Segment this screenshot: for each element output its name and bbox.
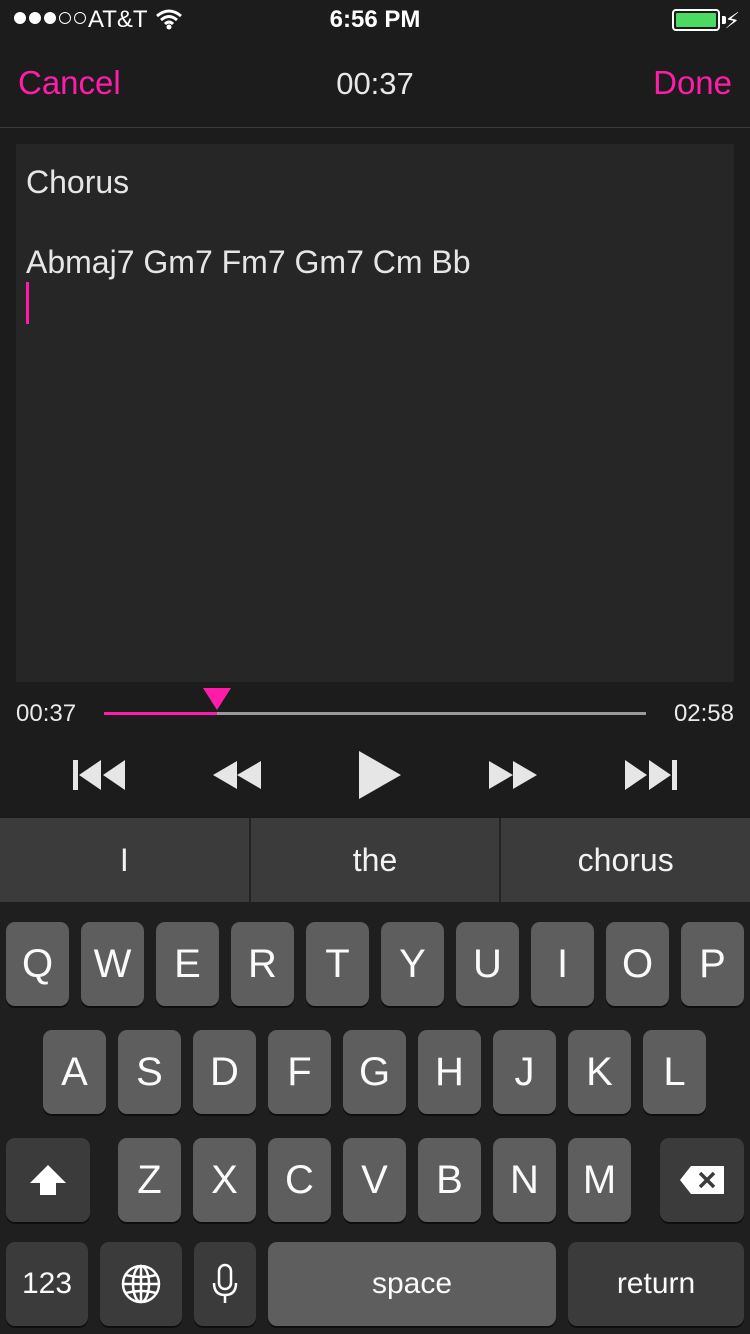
key-g[interactable]: G	[343, 1030, 406, 1114]
editor-line: Abmaj7 Gm7 Fm7 Gm7 Cm Bb	[26, 244, 471, 280]
key-j[interactable]: J	[493, 1030, 556, 1114]
shift-key[interactable]	[6, 1138, 90, 1222]
key-p[interactable]: P	[681, 922, 744, 1006]
status-bar: AT&T 6:56 PM ⚡︎	[0, 0, 750, 40]
key-t[interactable]: T	[306, 922, 369, 1006]
globe-icon	[121, 1264, 161, 1304]
key-h[interactable]: H	[418, 1030, 481, 1114]
key-z[interactable]: Z	[118, 1138, 181, 1222]
key-c[interactable]: C	[268, 1138, 331, 1222]
delete-key[interactable]	[660, 1138, 744, 1222]
rewind-icon	[213, 761, 261, 789]
charging-icon: ⚡︎	[724, 8, 740, 33]
delete-icon	[680, 1166, 724, 1194]
suggestion-item[interactable]: chorus	[501, 818, 750, 902]
key-l[interactable]: L	[643, 1030, 706, 1114]
total-duration: 02:58	[673, 700, 734, 727]
transport-controls	[0, 740, 750, 810]
notes-text-editor[interactable]: Chorus Abmaj7 Gm7 Fm7 Gm7 Cm Bb	[16, 144, 734, 682]
key-s[interactable]: S	[118, 1030, 181, 1114]
playhead-handle[interactable]	[202, 688, 231, 710]
key-n[interactable]: N	[493, 1138, 556, 1222]
skip-back-icon	[73, 760, 125, 790]
status-time: 6:56 PM	[329, 6, 421, 33]
play-icon	[359, 751, 401, 799]
skip-back-button[interactable]	[68, 740, 130, 810]
key-m[interactable]: M	[568, 1138, 631, 1222]
key-d[interactable]: D	[193, 1030, 256, 1114]
fast-forward-icon	[489, 761, 537, 789]
progress-fill	[104, 712, 217, 715]
key-r[interactable]: R	[231, 922, 294, 1006]
microphone-icon	[212, 1263, 238, 1303]
key-b[interactable]: B	[418, 1138, 481, 1222]
editor-line: Chorus	[26, 164, 130, 200]
done-button[interactable]: Done	[653, 64, 732, 102]
rewind-button[interactable]	[208, 740, 266, 810]
key-y[interactable]: Y	[381, 922, 444, 1006]
key-x[interactable]: X	[193, 1138, 256, 1222]
globe-key[interactable]	[100, 1242, 182, 1326]
key-e[interactable]: E	[156, 922, 219, 1006]
shift-icon	[30, 1165, 66, 1195]
space-key[interactable]: space	[268, 1242, 556, 1326]
fast-forward-button[interactable]	[484, 740, 542, 810]
key-u[interactable]: U	[456, 922, 519, 1006]
nav-title: 00:37	[336, 66, 414, 101]
text-cursor	[26, 282, 29, 324]
skip-forward-icon	[625, 760, 677, 790]
skip-forward-button[interactable]	[620, 740, 682, 810]
play-button[interactable]	[352, 740, 406, 810]
numbers-key[interactable]: 123	[6, 1242, 88, 1326]
key-v[interactable]: V	[343, 1138, 406, 1222]
progress-slider[interactable]	[104, 688, 646, 715]
key-a[interactable]: A	[43, 1030, 106, 1114]
key-k[interactable]: K	[568, 1030, 631, 1114]
key-w[interactable]: W	[81, 922, 144, 1006]
key-f[interactable]: F	[268, 1030, 331, 1114]
keyboard: 123 space return QWERTYUIOP ASDFGHJKL ZXCV…	[0, 902, 750, 1334]
dictation-key[interactable]	[194, 1242, 256, 1326]
return-key[interactable]: return	[568, 1242, 744, 1326]
elapsed-time: 00:37	[16, 700, 77, 727]
key-q[interactable]: Q	[6, 922, 69, 1006]
key-i[interactable]: I	[531, 922, 594, 1006]
suggestion-item[interactable]: the	[251, 818, 500, 902]
key-o[interactable]: O	[606, 922, 669, 1006]
suggestion-item[interactable]: I	[0, 818, 249, 902]
predictive-text-bar: I the chorus	[0, 818, 750, 902]
battery-icon	[672, 9, 720, 31]
navigation-bar: Cancel 00:37 Done	[0, 40, 750, 128]
